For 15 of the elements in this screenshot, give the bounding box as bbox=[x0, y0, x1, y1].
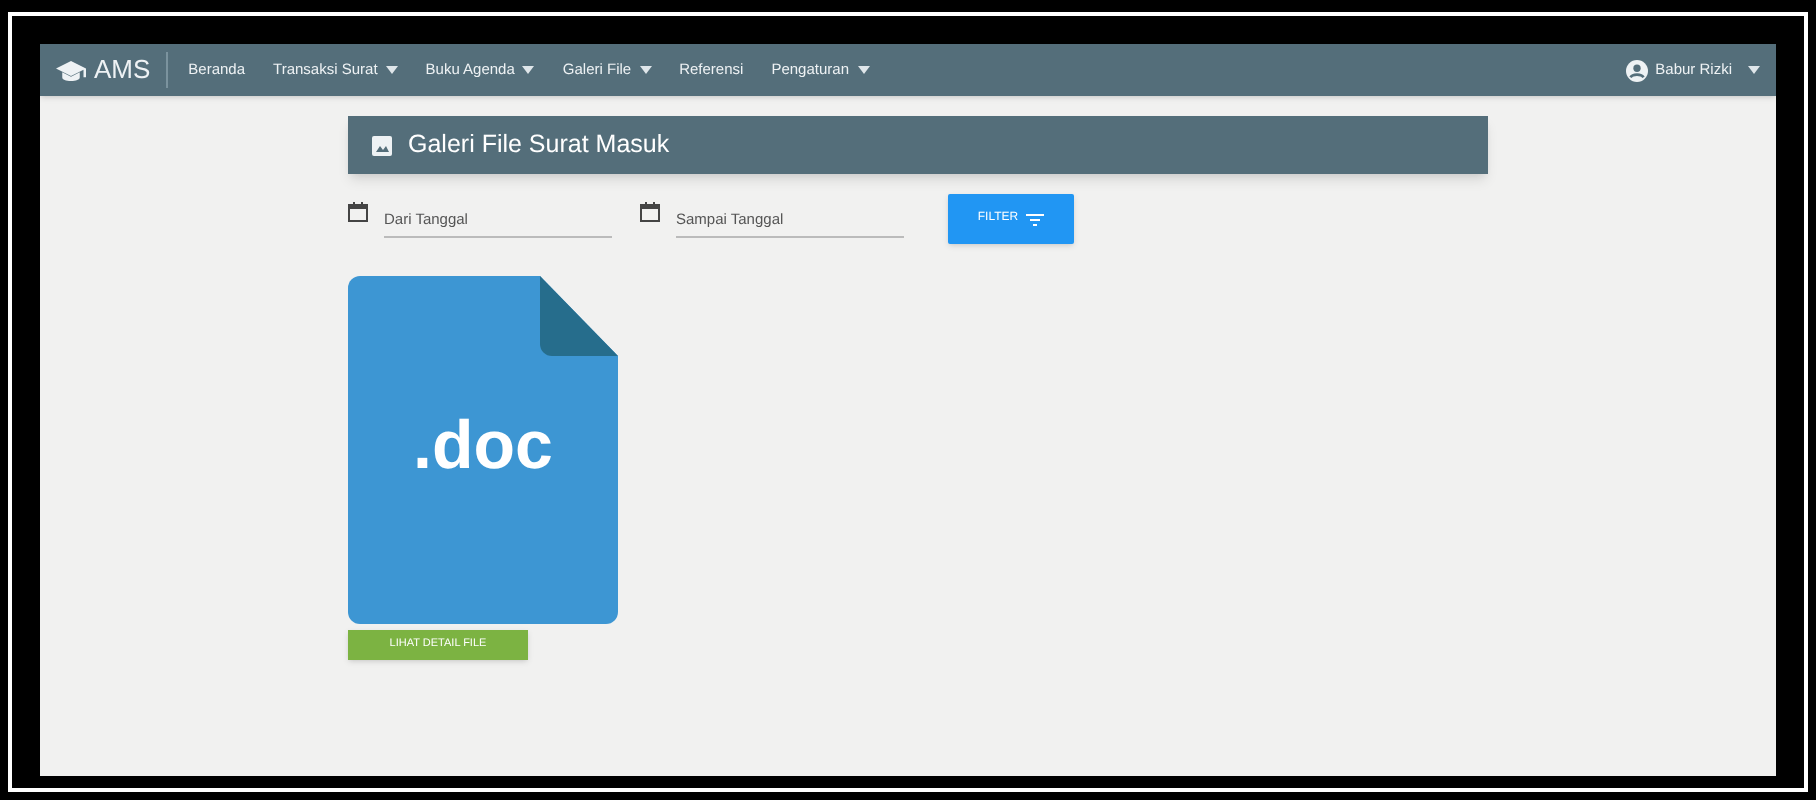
caret-icon bbox=[639, 66, 652, 74]
document-file-icon bbox=[348, 276, 618, 624]
panel-title: Galeri File Surat Masuk bbox=[408, 128, 670, 163]
brand-logo[interactable]: AMS bbox=[94, 50, 151, 90]
caret-icon bbox=[1748, 66, 1760, 74]
graduation-cap-icon bbox=[56, 59, 86, 81]
caret-icon bbox=[857, 66, 869, 74]
file-extension: .doc bbox=[411, 412, 555, 480]
filter-icon bbox=[1026, 213, 1045, 225]
user-avatar-icon bbox=[1625, 59, 1648, 81]
calendar-icon bbox=[348, 202, 368, 222]
image-icon bbox=[372, 135, 392, 155]
caret-icon bbox=[522, 66, 535, 74]
caret-icon bbox=[385, 66, 398, 74]
calendar-icon bbox=[640, 202, 660, 222]
